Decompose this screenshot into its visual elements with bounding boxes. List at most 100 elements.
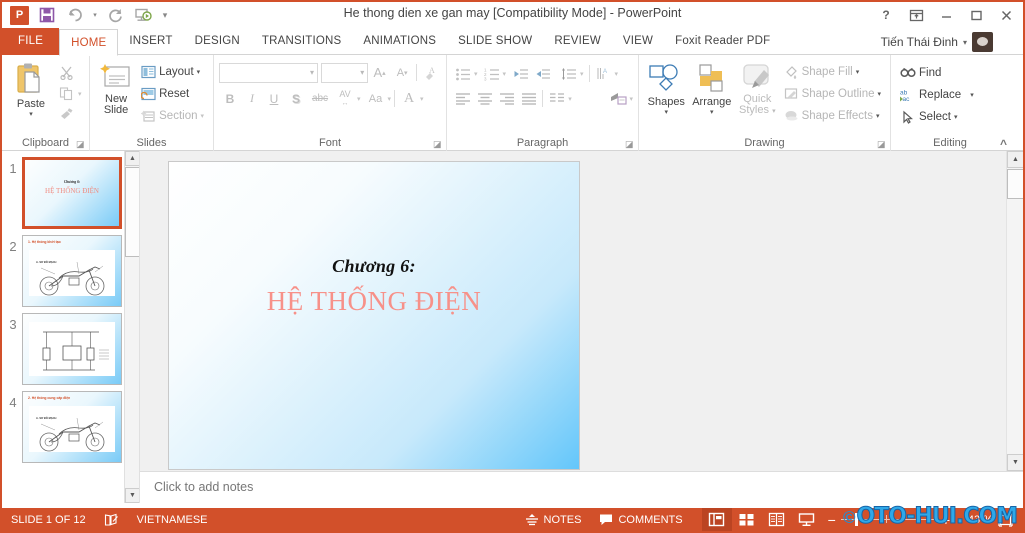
paste-button[interactable]: Paste ▾ xyxy=(7,58,55,130)
font-size-input[interactable]: ▾ xyxy=(320,62,369,83)
page-title[interactable]: HỆ THỐNG ĐIỆN xyxy=(169,286,579,317)
copy-button[interactable] xyxy=(55,83,77,104)
shapes-button[interactable]: Shapes ▾ xyxy=(644,58,689,130)
italic-button[interactable]: I xyxy=(241,88,263,109)
align-left-button[interactable] xyxy=(452,88,474,109)
shape-effects-button[interactable]: Shape Effects ▾ xyxy=(780,105,885,127)
thumbnail-scrollbar-thumb[interactable] xyxy=(125,167,139,257)
slide-thumbnail-1[interactable]: Chương 6: HỆ THỐNG ĐIỆN xyxy=(22,157,122,229)
tab-foxit-reader-pdf[interactable]: Foxit Reader PDF xyxy=(664,28,781,55)
language-indicator[interactable]: VIETNAMESE xyxy=(128,508,217,531)
tab-insert[interactable]: INSERT xyxy=(118,28,183,55)
slide-sorter-view-button[interactable] xyxy=(732,508,762,531)
spell-check-button[interactable] xyxy=(95,508,128,531)
slide-thumbnail-2[interactable]: 1. Hệ thống khởi tạo A. SƠ ĐỒ MẠCH xyxy=(22,235,122,307)
font-dialog-launcher[interactable]: ◪ xyxy=(433,139,442,149)
arrange-button[interactable]: Arrange ▾ xyxy=(689,58,735,130)
line-spacing-caret-icon[interactable]: ▾ xyxy=(580,71,584,78)
numbering-caret-icon[interactable]: ▾ xyxy=(503,71,507,78)
align-right-button[interactable] xyxy=(496,88,518,109)
zoom-slider-handle[interactable] xyxy=(854,513,858,526)
slide-thumbnail-3[interactable] xyxy=(22,313,122,385)
select-button[interactable]: Select ▾ xyxy=(896,106,978,128)
notes-placeholder[interactable]: Click to add notes xyxy=(154,480,253,494)
tab-design[interactable]: DESIGN xyxy=(184,28,251,55)
comments-button[interactable]: COMMENTS xyxy=(590,508,691,531)
justify-button[interactable] xyxy=(518,88,540,109)
list-item[interactable]: 4 2. Hệ thống cung cấp điện A. SƠ ĐỒ MẠC… xyxy=(2,385,139,463)
text-direction-caret-icon[interactable]: ▾ xyxy=(615,71,619,78)
slide-thumbnail-4[interactable]: 2. Hệ thống cung cấp điện A. SƠ ĐỒ MẠCH xyxy=(22,391,122,463)
clear-all-formatting-button[interactable]: A xyxy=(420,62,441,83)
replace-button[interactable]: ab ac Replace ▾ xyxy=(896,84,978,106)
decrease-font-size-button[interactable]: A ▾ xyxy=(391,62,414,83)
editor-vertical-scrollbar[interactable]: ▲ ▼ xyxy=(1006,151,1023,503)
reset-button[interactable]: Reset xyxy=(137,83,208,105)
quick-styles-button[interactable]: Quick Styles ▾ xyxy=(735,58,780,130)
section-button[interactable]: Section ▾ xyxy=(137,105,208,127)
character-spacing-button[interactable]: AV ↔ xyxy=(333,88,357,109)
tab-review[interactable]: REVIEW xyxy=(543,28,612,55)
copy-caret-icon[interactable]: ▾ xyxy=(78,91,82,98)
account-area[interactable]: Tiến Thái Đinh ▾ xyxy=(881,32,993,52)
bullets-caret-icon[interactable]: ▾ xyxy=(474,71,478,78)
new-slide-button[interactable]: New Slide xyxy=(95,58,137,130)
text-shadow-button[interactable]: S xyxy=(285,88,307,109)
editor-scroll-down-button[interactable]: ▼ xyxy=(1007,454,1023,471)
align-center-button[interactable] xyxy=(474,88,496,109)
increase-font-size-button[interactable]: A ▴ xyxy=(368,62,391,83)
tab-animations[interactable]: ANIMATIONS xyxy=(352,28,447,55)
tab-slide-show[interactable]: SLIDE SHOW xyxy=(447,28,543,55)
find-button[interactable]: Find xyxy=(896,62,978,84)
list-item[interactable]: 3 xyxy=(2,307,139,385)
zoom-level[interactable]: 43 % xyxy=(955,514,993,526)
help-button[interactable]: ? xyxy=(871,3,901,27)
font-color-button[interactable]: A xyxy=(398,88,420,109)
editor-scrollbar-thumb[interactable] xyxy=(1007,169,1023,199)
change-case-button[interactable]: Aa xyxy=(364,88,388,109)
change-case-caret-icon[interactable]: ▾ xyxy=(388,96,392,103)
cut-button[interactable] xyxy=(55,62,77,83)
increase-indent-button[interactable] xyxy=(532,63,554,84)
numbering-button[interactable]: 1 2 3 xyxy=(481,63,503,84)
paragraph-dialog-launcher[interactable]: ◪ xyxy=(625,139,634,149)
thumbnail-scroll-up-button[interactable]: ▲ xyxy=(125,151,139,166)
zoom-slider[interactable] xyxy=(840,508,937,531)
avatar[interactable] xyxy=(972,32,993,52)
tab-view[interactable]: VIEW xyxy=(612,28,664,55)
slide-counter[interactable]: SLIDE 1 OF 12 xyxy=(2,508,95,531)
strikethrough-button[interactable]: abc xyxy=(307,88,333,109)
list-item[interactable]: 1 Chương 6: HỆ THỐNG ĐIỆN xyxy=(2,151,139,229)
font-color-caret-icon[interactable]: ▾ xyxy=(420,96,424,103)
line-spacing-button[interactable] xyxy=(558,63,580,84)
zoom-out-button[interactable]: − xyxy=(828,513,836,527)
columns-button[interactable] xyxy=(546,88,568,109)
columns-caret-icon[interactable]: ▾ xyxy=(568,96,572,103)
reading-view-button[interactable] xyxy=(762,508,792,531)
tab-file[interactable]: FILE xyxy=(2,28,60,55)
decrease-indent-button[interactable] xyxy=(510,63,532,84)
collapse-ribbon-button[interactable]: ^ xyxy=(1000,137,1007,151)
clipboard-dialog-launcher[interactable]: ◪ xyxy=(76,139,85,149)
character-spacing-caret-icon[interactable]: ▾ xyxy=(357,96,361,103)
tab-transitions[interactable]: TRANSITIONS xyxy=(251,28,353,55)
shape-fill-button[interactable]: Shape Fill ▾ xyxy=(780,61,885,83)
tab-home[interactable]: HOME xyxy=(59,29,119,56)
layout-button[interactable]: Layout ▾ xyxy=(137,61,208,83)
bullets-button[interactable] xyxy=(452,63,474,84)
minimize-button[interactable] xyxy=(931,3,961,27)
close-button[interactable] xyxy=(991,3,1021,27)
list-item[interactable]: 2 1. Hệ thống khởi tạo A. SƠ ĐỒ MẠCH xyxy=(2,229,139,307)
slide-subtitle[interactable]: Chương 6: xyxy=(169,256,579,277)
fit-slide-to-window-button[interactable] xyxy=(998,512,1013,527)
notes-button[interactable]: NOTES xyxy=(516,508,591,531)
convert-to-smartart-button[interactable] xyxy=(608,88,630,109)
shape-outline-button[interactable]: Shape Outline ▾ xyxy=(780,83,885,105)
text-direction-button[interactable]: A xyxy=(593,63,615,84)
format-painter-button[interactable] xyxy=(55,104,77,125)
bold-button[interactable]: B xyxy=(219,88,241,109)
drawing-dialog-launcher[interactable]: ◪ xyxy=(877,139,886,149)
slide-show-view-button[interactable] xyxy=(792,508,822,531)
thumbnail-scroll-down-button[interactable]: ▼ xyxy=(125,488,139,503)
font-name-input[interactable]: ▾ xyxy=(219,62,318,83)
